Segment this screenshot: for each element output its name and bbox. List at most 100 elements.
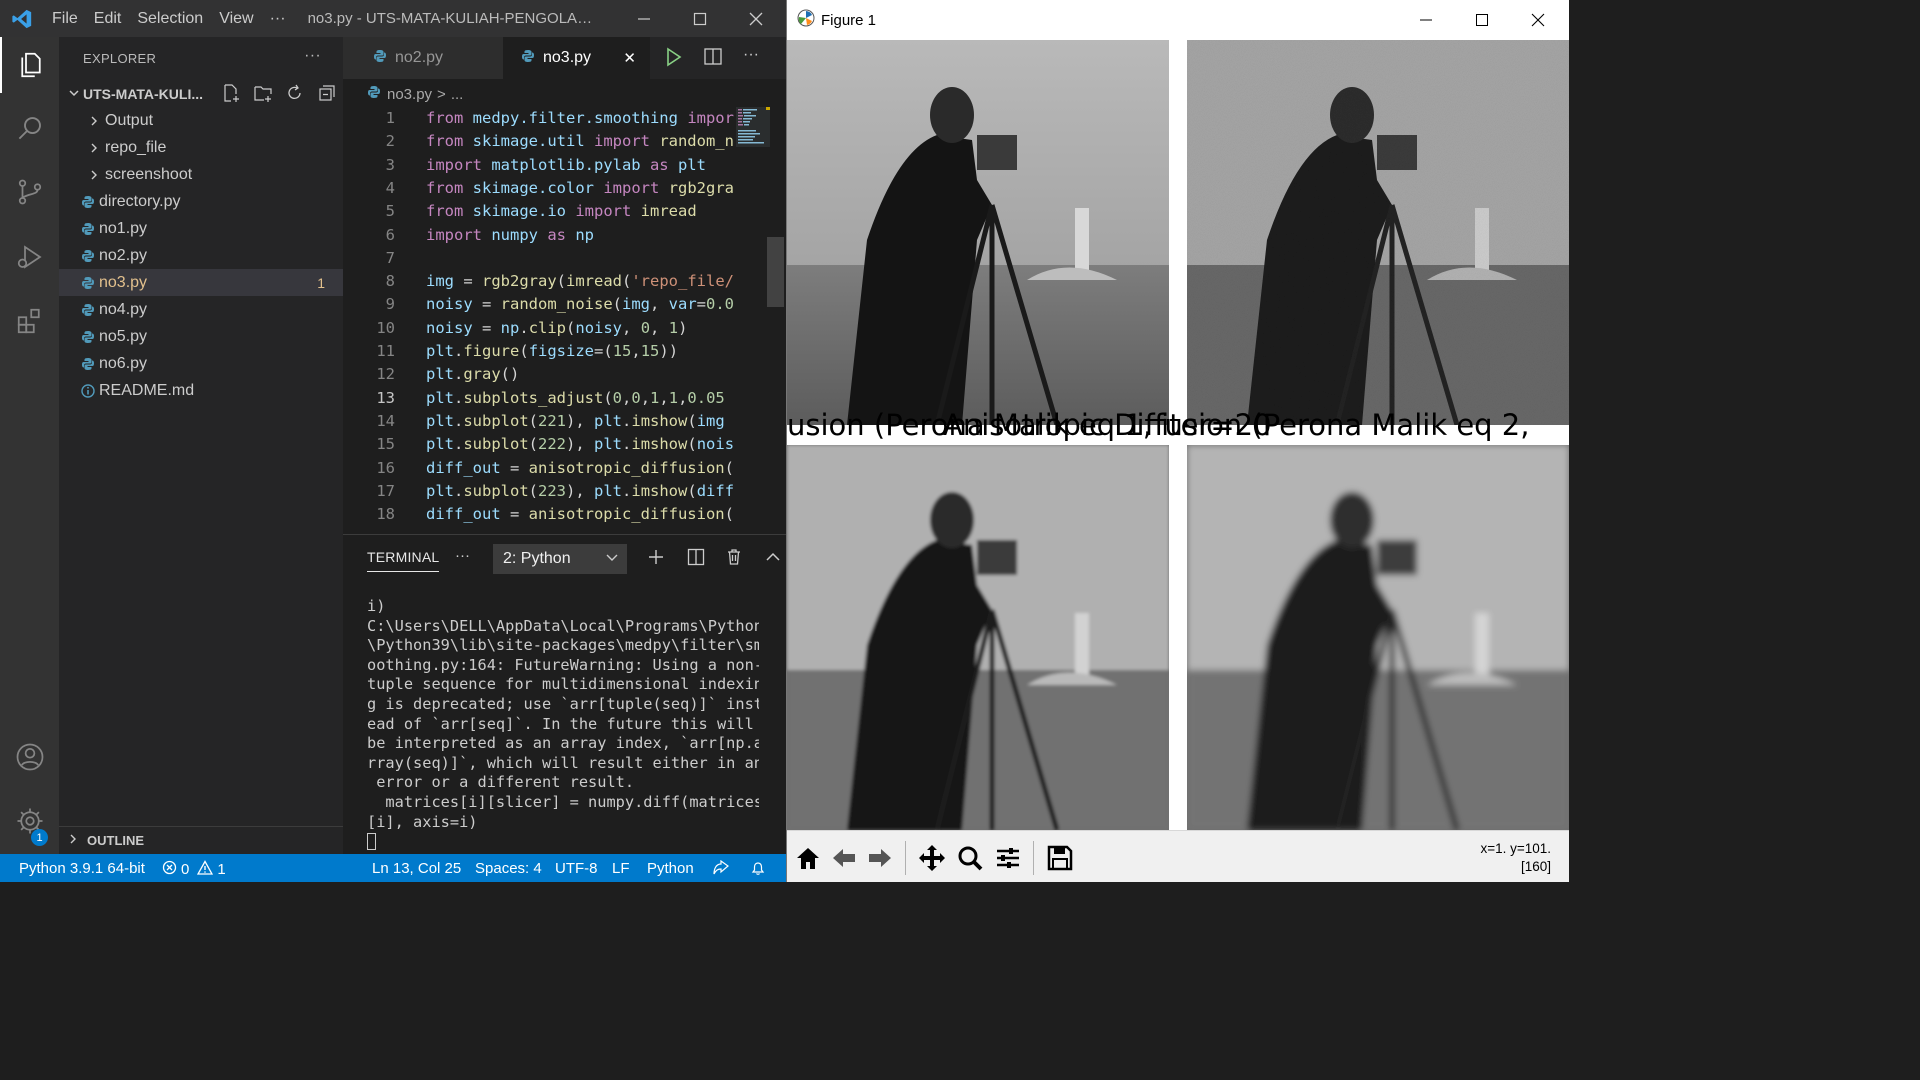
breadcrumb-file[interactable]: no3.py bbox=[387, 86, 432, 103]
source-control-icon[interactable] bbox=[0, 164, 59, 220]
tree-file-no6-py[interactable]: no6.py bbox=[59, 350, 343, 377]
back-arrow-icon[interactable] bbox=[827, 841, 861, 875]
tree-item-label: no5.py bbox=[99, 327, 148, 345]
run-file-icon[interactable] bbox=[665, 46, 683, 73]
editor-more-icon[interactable]: ··· bbox=[743, 46, 759, 64]
status-indentation[interactable]: Spaces: 4 bbox=[475, 860, 542, 877]
panel-more-icon[interactable]: ··· bbox=[455, 547, 470, 564]
tab-no3-py[interactable]: no3.py ✕ bbox=[503, 37, 650, 79]
tree-file-readme-md[interactable]: README.md bbox=[59, 377, 343, 404]
notifications-bell-icon[interactable] bbox=[750, 860, 766, 880]
code-line[interactable]: 17 plt.subplot(223), plt.imshow(diff bbox=[343, 480, 735, 503]
status-interpreter[interactable]: Python 3.9.1 64-bit bbox=[19, 860, 145, 877]
run-debug-icon[interactable] bbox=[0, 229, 59, 285]
menu-file[interactable]: File bbox=[44, 10, 86, 28]
figure-minimize-button[interactable] bbox=[1398, 0, 1454, 40]
save-icon[interactable] bbox=[1043, 841, 1077, 875]
figure-maximize-button[interactable] bbox=[1454, 0, 1510, 40]
outline-section[interactable]: OUTLINE bbox=[59, 826, 343, 854]
minimap[interactable] bbox=[736, 107, 770, 534]
status-language[interactable]: Python bbox=[647, 860, 694, 877]
refresh-icon[interactable] bbox=[285, 83, 305, 106]
status-eol[interactable]: LF bbox=[612, 860, 630, 877]
split-terminal-icon[interactable] bbox=[687, 548, 705, 571]
tree-folder-repo-file[interactable]: repo_file bbox=[59, 134, 343, 161]
home-icon[interactable] bbox=[791, 841, 825, 875]
tree-file-no4-py[interactable]: no4.py bbox=[59, 296, 343, 323]
tab-terminal[interactable]: TERMINAL bbox=[367, 549, 440, 572]
breadcrumb-symbol[interactable]: ... bbox=[451, 86, 464, 103]
tree-file-no3-py[interactable]: no3.py 1 bbox=[59, 269, 343, 296]
code-line[interactable]: 4 from skimage.color import rgb2gra bbox=[343, 177, 735, 200]
figure-close-button[interactable] bbox=[1510, 0, 1566, 40]
tree-file-no2-py[interactable]: no2.py bbox=[59, 242, 343, 269]
menu-selection[interactable]: Selection bbox=[129, 10, 211, 28]
figure-toolbar: x=1. y=101. [160] bbox=[787, 830, 1569, 882]
tree-file-no1-py[interactable]: no1.py bbox=[59, 215, 343, 242]
search-icon[interactable] bbox=[0, 100, 59, 156]
tree-folder-screenshoot[interactable]: screenshoot bbox=[59, 161, 343, 188]
code-line[interactable]: 11 plt.figure(figsize=(15,15)) bbox=[343, 340, 735, 363]
explorer-more-button[interactable]: ··· bbox=[304, 47, 321, 65]
status-cursor-position[interactable]: Ln 13, Col 25 bbox=[372, 860, 461, 877]
menu-edit[interactable]: Edit bbox=[86, 10, 130, 28]
code-line[interactable]: 2 from skimage.util import random_n bbox=[343, 130, 735, 153]
tree-file-directory-py[interactable]: directory.py bbox=[59, 188, 343, 215]
editor-scrollbar[interactable] bbox=[767, 237, 784, 307]
tab-no2-py[interactable]: no2.py bbox=[343, 37, 503, 79]
status-problems[interactable]: 0 1 bbox=[162, 860, 226, 879]
maximize-panel-icon[interactable] bbox=[765, 548, 781, 571]
code-text: plt.subplot(222), plt.imshow(nois bbox=[426, 435, 735, 454]
figure-canvas[interactable]: usion (Perona Malik eq 1, iter=20 Anisot… bbox=[787, 40, 1569, 830]
workspace-folder[interactable]: UTS-MATA-KULI... bbox=[59, 79, 343, 109]
menu-more[interactable]: ··· bbox=[262, 10, 294, 28]
code-text: plt.subplots_adjust(0,0,1,1,0.05 bbox=[426, 388, 725, 407]
maximize-button[interactable] bbox=[672, 0, 728, 37]
code-line[interactable]: 3 import matplotlib.pylab as plt bbox=[343, 154, 735, 177]
close-window-button[interactable] bbox=[728, 0, 784, 37]
code-line[interactable]: 13 plt.subplots_adjust(0,0,1,1,0.05 bbox=[343, 387, 735, 410]
code-line[interactable]: 6 import numpy as np bbox=[343, 224, 735, 247]
code-line[interactable]: 14 plt.subplot(221), plt.imshow(img bbox=[343, 410, 735, 433]
chevron-right-icon bbox=[83, 169, 105, 181]
accounts-icon[interactable] bbox=[0, 729, 59, 785]
minimize-button[interactable] bbox=[616, 0, 672, 37]
explorer-icon[interactable] bbox=[0, 37, 59, 93]
forward-arrow-icon[interactable] bbox=[863, 841, 897, 875]
code-line[interactable]: 5 from skimage.io import imread bbox=[343, 200, 735, 223]
code-line[interactable]: 10 noisy = np.clip(noisy, 0, 1) bbox=[343, 317, 735, 340]
pan-icon[interactable] bbox=[915, 841, 949, 875]
code-line[interactable]: 15 plt.subplot(222), plt.imshow(nois bbox=[343, 433, 735, 456]
terminal-output[interactable]: i) C:\Users\DELL\AppData\Local\Programs\P… bbox=[367, 597, 759, 852]
tree-folder-output[interactable]: Output bbox=[59, 107, 343, 134]
tree-file-no5-py[interactable]: no5.py bbox=[59, 323, 343, 350]
settings-gear-icon[interactable]: 1 bbox=[0, 793, 59, 849]
split-editor-icon[interactable] bbox=[703, 46, 723, 73]
feedback-icon[interactable] bbox=[712, 859, 730, 880]
line-number: 2 bbox=[385, 132, 395, 151]
new-terminal-icon[interactable] bbox=[647, 548, 665, 571]
line-number: 16 bbox=[376, 458, 395, 477]
code-line[interactable]: 12 plt.gray() bbox=[343, 363, 735, 386]
code-line[interactable]: 18 diff_out = anisotropic_diffusion( bbox=[343, 503, 735, 526]
code-editor[interactable]: 1 from medpy.filter.smoothing import 2 from… bbox=[343, 107, 735, 534]
trash-icon[interactable] bbox=[725, 548, 743, 571]
zoom-icon[interactable] bbox=[953, 841, 987, 875]
code-line[interactable]: 1 from medpy.filter.smoothing import bbox=[343, 107, 735, 130]
code-line[interactable]: 16 diff_out = anisotropic_diffusion( bbox=[343, 457, 735, 480]
code-line[interactable]: 8 img = rgb2gray(imread('repo_file/ bbox=[343, 270, 735, 293]
code-line[interactable]: 9 noisy = random_noise(img, var=0.0 bbox=[343, 293, 735, 316]
status-encoding[interactable]: UTF-8 bbox=[555, 860, 598, 877]
collapse-all-icon[interactable] bbox=[317, 83, 337, 106]
code-line[interactable]: 7 bbox=[343, 247, 735, 270]
matplotlib-figure-window: Figure 1 usion (Perona Malik eq 1, iter=… bbox=[786, 0, 1569, 882]
terminal-selector[interactable]: 2: Python bbox=[493, 544, 627, 574]
line-number: 14 bbox=[376, 411, 395, 430]
new-folder-icon[interactable] bbox=[253, 83, 273, 106]
cursor-coordinates: x=1. y=101. [160] bbox=[1480, 840, 1551, 876]
tab-close-icon[interactable]: ✕ bbox=[623, 49, 636, 67]
new-file-icon[interactable] bbox=[221, 83, 241, 106]
configure-subplots-icon[interactable] bbox=[991, 841, 1025, 875]
menu-view[interactable]: View bbox=[211, 10, 261, 28]
extensions-icon[interactable] bbox=[0, 293, 59, 349]
